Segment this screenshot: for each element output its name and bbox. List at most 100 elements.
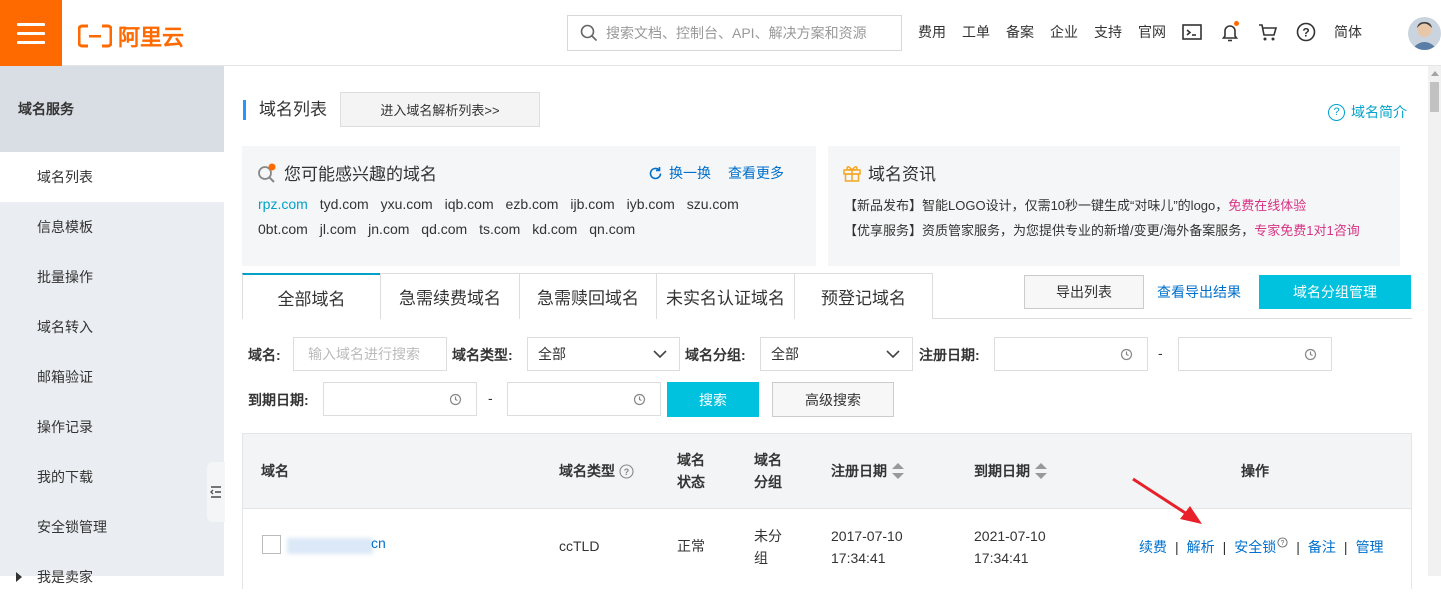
suggested-domain[interactable]: 0bt.com [258, 221, 308, 237]
top-nav: 费用 工单 备案 企业 支持 官网 ? 简体 [918, 21, 1378, 42]
sidebar-item-seller[interactable]: 我是卖家 [0, 552, 224, 602]
tab-all-domains[interactable]: 全部域名 [242, 273, 381, 319]
export-list-button[interactable]: 导出列表 [1024, 275, 1144, 309]
suggested-domain[interactable]: ts.com [479, 221, 520, 237]
sidebar-item-info-template[interactable]: 信息模板 [0, 202, 224, 252]
remark-link[interactable]: 备注 [1308, 539, 1336, 555]
clock-icon [633, 393, 646, 406]
suggested-domain[interactable]: szu.com [687, 196, 739, 212]
sidebar-item-operation-log[interactable]: 操作记录 [0, 402, 224, 452]
nav-icp[interactable]: 备案 [1006, 22, 1034, 42]
manage-link[interactable]: 管理 [1356, 539, 1384, 555]
suggested-domain[interactable]: ezb.com [506, 196, 559, 212]
cell-exp-date: 2021-07-10 17:34:41 [974, 525, 1046, 569]
news-line-1-text: 【新品发布】智能LOGO设计，仅需10秒一键生成“对味儿”的logo， [844, 198, 1229, 213]
cell-group: 未分 组 [754, 525, 782, 569]
col-reg-date[interactable]: 注册日期 [831, 460, 905, 482]
nav-official-site[interactable]: 官网 [1138, 22, 1166, 42]
renew-link[interactable]: 续费 [1139, 539, 1167, 555]
suggested-domain[interactable]: qd.com [421, 221, 467, 237]
sidebar-item-batch-operations[interactable]: 批量操作 [0, 252, 224, 302]
domain-type-select[interactable]: 全部 [527, 337, 680, 371]
help-circle-icon[interactable]: ? [619, 463, 634, 479]
sidebar-collapse-toggle[interactable] [207, 462, 225, 522]
aliyun-logo-icon [78, 24, 112, 48]
suggested-domain[interactable]: yxu.com [381, 196, 433, 212]
suggested-domain[interactable]: jn.com [368, 221, 409, 237]
language-switch[interactable]: 简体 [1334, 22, 1362, 42]
hamburger-menu-button[interactable] [0, 0, 62, 66]
col-group-line1: 域名 [754, 452, 782, 468]
tab-redeem-urgent[interactable]: 急需赎回域名 [519, 273, 657, 319]
col-status-line2: 状态 [677, 474, 705, 490]
global-search-input[interactable]: 搜索文档、控制台、API、解决方案和资源 [567, 15, 902, 51]
suggested-domain[interactable]: qn.com [589, 221, 635, 237]
sidebar-item-domain-transfer[interactable]: 域名转入 [0, 302, 224, 352]
sort-icon[interactable] [891, 461, 905, 481]
tab-renewal-urgent[interactable]: 急需续费域名 [380, 273, 520, 319]
page-title: 域名列表 [243, 100, 327, 120]
sidebar-item-my-downloads[interactable]: 我的下载 [0, 452, 224, 502]
search-icon [580, 24, 598, 42]
cell-reg-date: 2017-07-10 17:34:41 [831, 525, 903, 569]
help-circle-icon[interactable]: ? [1277, 537, 1288, 548]
suggested-domain[interactable]: ijb.com [570, 196, 614, 212]
suggested-domain[interactable]: iyb.com [627, 196, 675, 212]
news-line-2-link[interactable]: 专家免费1对1咨询 [1254, 223, 1359, 238]
nav-enterprise[interactable]: 企业 [1050, 22, 1078, 42]
view-more-link[interactable]: 查看更多 [728, 163, 784, 183]
domain-search-input[interactable]: 输入域名进行搜索 [293, 337, 447, 371]
sort-icon[interactable] [1034, 461, 1048, 481]
refresh-link[interactable]: 换一换 [648, 163, 711, 183]
bell-icon[interactable] [1220, 21, 1240, 42]
nav-fees[interactable]: 费用 [918, 22, 946, 42]
help-icon[interactable]: ? [1296, 22, 1316, 42]
separator: | [1222, 539, 1227, 555]
search-button[interactable]: 搜索 [667, 382, 759, 417]
domain-group-manage-button[interactable]: 域名分组管理 [1259, 275, 1411, 309]
tab-preregistered[interactable]: 预登记域名 [794, 273, 933, 319]
user-avatar[interactable] [1408, 17, 1441, 50]
separator: | [1343, 539, 1348, 555]
brand-name: 阿里云 [118, 25, 185, 50]
suggested-domain[interactable]: tyd.com [320, 196, 369, 212]
domain-name-link[interactable]: cn [371, 535, 386, 551]
sidebar-item-security-lock[interactable]: 安全锁管理 [0, 502, 224, 552]
date-range-dash: - [1158, 345, 1163, 361]
suggested-domains-panel: 您可能感兴趣的域名 换一换 查看更多 rpz.com tyd.com yxu.c… [242, 146, 816, 266]
nav-tickets[interactable]: 工单 [962, 22, 990, 42]
suggested-domain[interactable]: rpz.com [258, 196, 308, 212]
suggested-domain[interactable]: jl.com [320, 221, 357, 237]
terminal-icon[interactable] [1182, 22, 1202, 42]
exp-date-start-input[interactable] [323, 382, 477, 416]
goto-dns-list-button[interactable]: 进入域名解析列表>> [340, 92, 540, 127]
row-checkbox[interactable] [262, 535, 281, 554]
domain-intro-link[interactable]: ? 域名简介 [1328, 102, 1407, 122]
clock-icon [1304, 348, 1317, 361]
suggested-domain[interactable]: kd.com [532, 221, 577, 237]
scrollbar-thumb[interactable] [1430, 82, 1439, 112]
dns-resolve-link[interactable]: 解析 [1187, 539, 1215, 555]
filter-exp-date-label: 到期日期: [248, 392, 309, 408]
cart-icon[interactable] [1258, 22, 1278, 42]
view-export-results-link[interactable]: 查看导出结果 [1157, 282, 1241, 302]
vertical-scrollbar[interactable] [1428, 66, 1441, 576]
reg-date-start-input[interactable] [994, 337, 1148, 371]
advanced-search-button[interactable]: 高级搜索 [772, 382, 894, 417]
domain-intro-label: 域名简介 [1351, 104, 1407, 120]
sidebar-item-seller-label: 我是卖家 [37, 569, 93, 585]
aliyun-logo[interactable]: 阿里云 [78, 20, 184, 52]
suggested-domain[interactable]: iqb.com [445, 196, 494, 212]
news-line-1-link[interactable]: 免费在线体验 [1228, 198, 1306, 213]
col-exp-date[interactable]: 到期日期 [974, 460, 1048, 482]
sidebar-item-domain-list[interactable]: 域名列表 [0, 152, 224, 202]
exp-date-end-input[interactable] [507, 382, 661, 416]
reg-date-end-input[interactable] [1178, 337, 1332, 371]
tab-unverified[interactable]: 未实名认证域名 [656, 273, 795, 319]
scroll-up-arrow-icon[interactable] [1431, 71, 1439, 76]
nav-support[interactable]: 支持 [1094, 22, 1122, 42]
security-lock-link[interactable]: 安全锁 [1234, 539, 1276, 555]
sidebar-item-email-verify[interactable]: 邮箱验证 [0, 352, 224, 402]
domain-group-select[interactable]: 全部 [760, 337, 913, 371]
domain-search-placeholder: 输入域名进行搜索 [308, 346, 420, 362]
